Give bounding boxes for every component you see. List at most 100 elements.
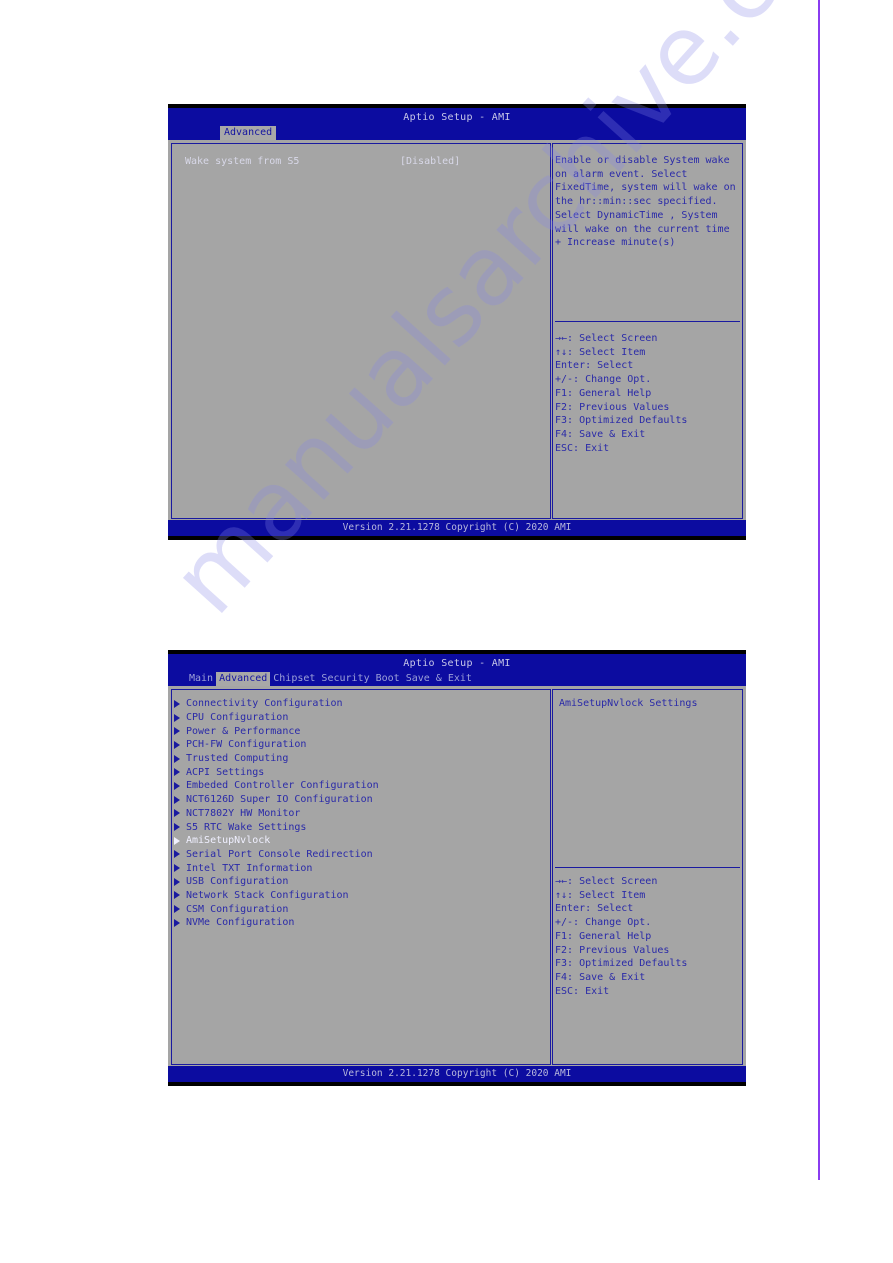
key-hint: +/-: Change Opt.	[555, 917, 652, 929]
submenu-arrow-icon	[174, 754, 180, 763]
tab-security[interactable]: Security	[318, 672, 372, 686]
menu-item[interactable]: NCT6126D Super IO Configuration	[172, 793, 379, 807]
key-hint: +/-: Change Opt.	[555, 374, 652, 386]
key-hint: F1: General Help	[555, 387, 652, 399]
menu-item[interactable]: ACPI Settings	[172, 765, 379, 779]
submenu-arrow-icon	[174, 836, 180, 845]
help-line: will wake on the current time	[555, 223, 730, 235]
tab-save-exit[interactable]: Save & Exit	[403, 672, 475, 686]
key-hint: ESC: Exit	[555, 985, 610, 997]
menu-item[interactable]: AmiSetupNvlock	[172, 834, 379, 848]
submenu-arrow-icon	[174, 864, 180, 873]
key-hint: ↑↓: Select Item	[555, 889, 646, 901]
menu-item-label: Serial Port Console Redirection	[186, 848, 373, 860]
menu-item[interactable]: USB Configuration	[172, 875, 379, 889]
menu-item[interactable]: NVMe Configuration	[172, 916, 379, 930]
setting-label: Wake system from S5	[185, 156, 300, 167]
help-pane: Enable or disable System wake on alarm e…	[552, 143, 743, 519]
help-pane: AmiSetupNvlock Settings →←: Select Scree…	[552, 689, 743, 1065]
submenu-arrow-icon	[174, 850, 180, 859]
help-text: AmiSetupNvlock Settings	[559, 697, 697, 711]
setup-body: Connectivity Configuration CPU Configurat…	[168, 686, 746, 1066]
submenu-arrow-icon	[174, 699, 180, 708]
key-hint: F2: Previous Values	[555, 944, 670, 956]
submenu-arrow-icon	[174, 809, 180, 818]
menu-item[interactable]: NCT7802Y HW Monitor	[172, 807, 379, 821]
title-bar: Aptio Setup - AMI Main Advanced Chipset …	[168, 654, 746, 686]
help-line: Select DynamicTime , System	[555, 209, 718, 221]
menu-item-label: CPU Configuration	[186, 712, 289, 724]
menu-item[interactable]: CSM Configuration	[172, 902, 379, 916]
key-hint: F1: General Help	[555, 930, 652, 942]
key-hint: F2: Previous Values	[555, 401, 670, 413]
submenu-arrow-icon	[174, 918, 180, 927]
version-footer: Version 2.21.1278 Copyright (C) 2020 AMI	[168, 520, 746, 536]
tab-bar: Advanced	[220, 126, 277, 140]
key-hint: Enter: Select	[555, 903, 634, 915]
menu-item-label: Connectivity Configuration	[186, 698, 343, 710]
setup-body: Wake system from S5 [Disabled] Enable or…	[168, 140, 746, 520]
menu-item-label: AmiSetupNvlock	[186, 835, 271, 847]
title-bar: Aptio Setup - AMI Advanced	[168, 108, 746, 140]
help-line: Enable or disable System wake	[555, 155, 730, 166]
menu-item-label: Intel TXT Information	[186, 862, 313, 874]
menu-item-label: S5 RTC Wake Settings	[186, 821, 307, 833]
menu-item[interactable]: Intel TXT Information	[172, 861, 379, 875]
menu-item-label: Trusted Computing	[186, 753, 289, 765]
tab-chipset[interactable]: Chipset	[270, 672, 318, 686]
setup-title: Aptio Setup - AMI	[403, 112, 511, 123]
menu-item[interactable]: Trusted Computing	[172, 752, 379, 766]
key-hint: F4: Save & Exit	[555, 428, 646, 440]
version-footer: Version 2.21.1278 Copyright (C) 2020 AMI	[168, 1066, 746, 1082]
bios-screen-s5-wake: Aptio Setup - AMI Advanced Wake system f…	[168, 104, 746, 540]
page-margin-rule	[818, 0, 820, 1180]
help-line: AmiSetupNvlock Settings	[559, 698, 698, 709]
key-hint: →←: Select Screen	[555, 333, 658, 344]
submenu-arrow-icon	[174, 727, 180, 736]
menu-item[interactable]: PCH-FW Configuration	[172, 738, 379, 752]
setting-value[interactable]: [Disabled]	[400, 156, 460, 167]
help-line: the hr::min::sec specified.	[555, 196, 718, 208]
menu-item-label: Network Stack Configuration	[186, 889, 349, 901]
tab-advanced[interactable]: Advanced	[220, 126, 277, 140]
menu-item-label: PCH-FW Configuration	[186, 739, 307, 751]
setting-row[interactable]: Wake system from S5 [Disabled]	[185, 156, 545, 170]
submenu-arrow-icon	[174, 877, 180, 886]
key-legend: →←: Select Screen ↑↓: Select Item Enter:…	[555, 332, 687, 455]
submenu-arrow-icon	[174, 891, 180, 900]
menu-item[interactable]: Network Stack Configuration	[172, 889, 379, 903]
submenu-arrow-icon	[174, 823, 180, 832]
key-hint: ↑↓: Select Item	[555, 346, 646, 358]
key-hint: F3: Optimized Defaults	[555, 415, 688, 427]
tab-main[interactable]: Main	[186, 672, 216, 686]
key-hint: Enter: Select	[555, 360, 634, 372]
menu-item[interactable]: CPU Configuration	[172, 711, 379, 725]
screen-bottom-edge	[168, 536, 746, 540]
menu-pane: Connectivity Configuration CPU Configurat…	[171, 689, 551, 1065]
help-divider	[555, 321, 740, 322]
key-hint: ESC: Exit	[555, 442, 610, 454]
menu-item[interactable]: S5 RTC Wake Settings	[172, 820, 379, 834]
key-legend: →←: Select Screen ↑↓: Select Item Enter:…	[555, 875, 687, 998]
menu-item[interactable]: Serial Port Console Redirection	[172, 848, 379, 862]
menu-item-label: USB Configuration	[186, 876, 289, 888]
key-hint: →←: Select Screen	[555, 876, 658, 887]
advanced-menu-list: Connectivity Configuration CPU Configurat…	[172, 697, 379, 930]
submenu-arrow-icon	[174, 795, 180, 804]
tab-advanced[interactable]: Advanced	[216, 672, 271, 686]
menu-item[interactable]: Power & Performance	[172, 724, 379, 738]
menu-item[interactable]: Embeded Controller Configuration	[172, 779, 379, 793]
help-line: on alarm event. Select	[555, 168, 688, 180]
menu-item-label: NCT7802Y HW Monitor	[186, 807, 301, 819]
menu-item-label: Power & Performance	[186, 725, 301, 737]
help-divider	[555, 867, 740, 868]
setup-title: Aptio Setup - AMI	[403, 658, 511, 669]
tab-boot[interactable]: Boot	[373, 672, 403, 686]
submenu-arrow-icon	[174, 713, 180, 722]
menu-item-label: CSM Configuration	[186, 903, 289, 915]
help-text: Enable or disable System wake on alarm e…	[555, 154, 736, 250]
menu-item-label: NVMe Configuration	[186, 917, 295, 929]
menu-item[interactable]: Connectivity Configuration	[172, 697, 379, 711]
submenu-arrow-icon	[174, 768, 180, 777]
menu-item-label: NCT6126D Super IO Configuration	[186, 794, 373, 806]
